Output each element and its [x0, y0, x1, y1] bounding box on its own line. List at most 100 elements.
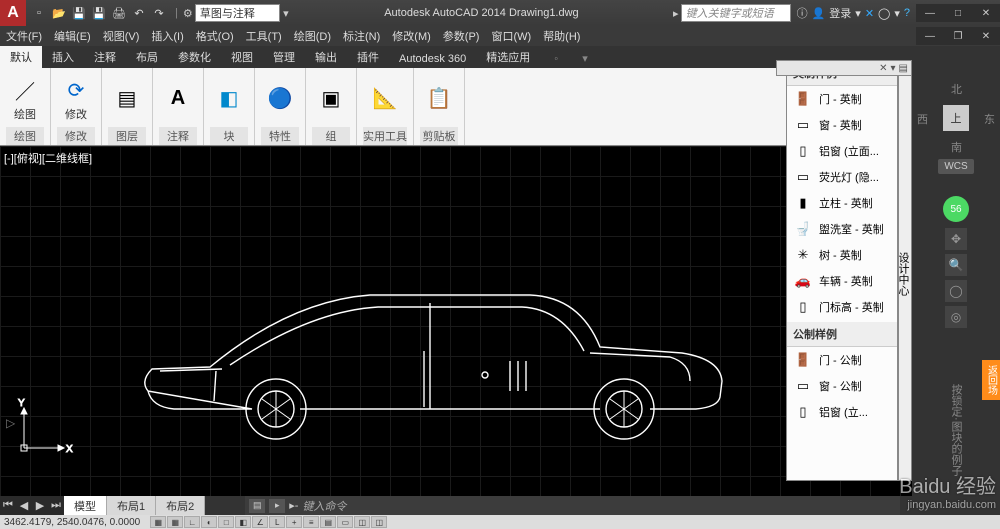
- menu-tools[interactable]: 工具(T): [240, 28, 288, 44]
- menu-window[interactable]: 窗口(W): [485, 28, 537, 44]
- login-user-icon[interactable]: 👤: [812, 7, 826, 20]
- text-button[interactable]: A: [159, 82, 197, 116]
- help-caret-icon[interactable]: ▾: [894, 7, 900, 20]
- orbit-icon[interactable]: ◯: [945, 280, 967, 302]
- palette-item[interactable]: ▯铝窗 (立...: [787, 399, 897, 425]
- menu-dim[interactable]: 标注(N): [337, 28, 386, 44]
- close-button[interactable]: ✕: [972, 4, 1000, 22]
- maximize-button[interactable]: □: [944, 4, 972, 22]
- palette-item[interactable]: 🚗车辆 - 英制: [787, 268, 897, 294]
- layers-button[interactable]: ▤: [108, 82, 146, 116]
- viewcube-top[interactable]: 上: [943, 105, 969, 131]
- sc-toggle[interactable]: ◫: [354, 516, 370, 528]
- qat-open-icon[interactable]: 📂: [50, 4, 68, 22]
- tpy-toggle[interactable]: ▤: [320, 516, 336, 528]
- palette-item[interactable]: ▮立柱 - 英制: [787, 190, 897, 216]
- mdi-minimize-button[interactable]: —: [916, 27, 944, 45]
- layout-tab-2[interactable]: 布局2: [156, 496, 205, 515]
- search-caret-icon[interactable]: ▸: [671, 7, 681, 20]
- viewport-label[interactable]: [-][俯视][二维线框]: [4, 150, 92, 166]
- menu-file[interactable]: 文件(F): [0, 28, 48, 44]
- lwt-toggle[interactable]: ≡: [303, 516, 319, 528]
- qat-undo-icon[interactable]: ↶: [130, 4, 148, 22]
- otrack-toggle[interactable]: ∠: [252, 516, 268, 528]
- help-icon[interactable]: ?: [904, 7, 910, 19]
- menu-insert[interactable]: 插入(I): [145, 28, 189, 44]
- qat-new-icon[interactable]: ▫: [30, 4, 48, 22]
- palette-item[interactable]: ▭窗 - 公制: [787, 373, 897, 399]
- cmd-history-icon[interactable]: ▤: [249, 499, 265, 513]
- block-button[interactable]: ◧: [210, 82, 248, 116]
- layout-tab-1[interactable]: 布局1: [107, 496, 156, 515]
- green-badge[interactable]: 56: [943, 196, 969, 222]
- pan-icon[interactable]: ✥: [945, 228, 967, 250]
- props-button[interactable]: 🔵: [261, 82, 299, 116]
- palette-item[interactable]: ▭窗 - 英制: [787, 112, 897, 138]
- ducs-toggle[interactable]: L: [269, 516, 285, 528]
- qat-saveas-icon[interactable]: 💾: [90, 4, 108, 22]
- login-label[interactable]: 登录: [829, 5, 851, 21]
- palette-close-icon[interactable]: ✕: [879, 63, 887, 74]
- tab-manage[interactable]: 管理: [263, 46, 305, 68]
- menu-view[interactable]: 视图(V): [97, 28, 146, 44]
- menu-format[interactable]: 格式(O): [190, 28, 240, 44]
- tab-featured[interactable]: 精选应用: [476, 46, 540, 68]
- 3dosnap-toggle[interactable]: ◧: [235, 516, 251, 528]
- tab-parametric[interactable]: 参数化: [168, 46, 221, 68]
- ltab-prev-icon[interactable]: ◀: [16, 496, 32, 515]
- menu-param[interactable]: 参数(P): [437, 28, 486, 44]
- palette-item[interactable]: 🚪门 - 公制: [787, 347, 897, 373]
- menu-draw[interactable]: 绘图(D): [288, 28, 337, 44]
- util-button[interactable]: 📐: [366, 82, 404, 116]
- palette-pin-icon[interactable]: ▾: [891, 63, 896, 74]
- palette-item[interactable]: 🚪门 - 英制: [787, 86, 897, 112]
- menu-edit[interactable]: 编辑(E): [48, 28, 97, 44]
- palette-item[interactable]: ▯门标高 - 英制: [787, 294, 897, 320]
- tab-minimize-icon[interactable]: ▾: [572, 49, 598, 68]
- osnap-toggle[interactable]: □: [218, 516, 234, 528]
- mdi-restore-button[interactable]: ❐: [944, 27, 972, 45]
- qat-plot-icon[interactable]: 🖨: [110, 4, 128, 22]
- dyn-toggle[interactable]: +: [286, 516, 302, 528]
- grid-toggle[interactable]: ▦: [167, 516, 183, 528]
- palette-grip[interactable]: 设计中心: [898, 60, 912, 481]
- tab-bullet-icon[interactable]: ◦: [544, 50, 568, 68]
- modify-button[interactable]: ⟳ 修改: [57, 74, 95, 124]
- snap-toggle[interactable]: ▦: [150, 516, 166, 528]
- qat-more-icon[interactable]: ▾: [280, 7, 292, 20]
- ltab-first-icon[interactable]: ⏮: [0, 496, 16, 515]
- palette-item[interactable]: ▯铝窗 (立面...: [787, 138, 897, 164]
- tab-a360[interactable]: Autodesk 360: [389, 50, 476, 68]
- menu-modify[interactable]: 修改(M): [386, 28, 437, 44]
- tab-layout[interactable]: 布局: [126, 46, 168, 68]
- menu-help[interactable]: 帮助(H): [537, 28, 586, 44]
- zoom-icon[interactable]: 🔍: [945, 254, 967, 276]
- qp-toggle[interactable]: ▭: [337, 516, 353, 528]
- ltab-last-icon[interactable]: ⏭: [48, 496, 64, 515]
- tab-default[interactable]: 默认: [0, 46, 42, 68]
- tab-plugins[interactable]: 插件: [347, 46, 389, 68]
- layout-tab-model[interactable]: 模型: [64, 496, 107, 515]
- polar-toggle[interactable]: ◐: [201, 516, 217, 528]
- ws-gear-icon[interactable]: ⚙: [181, 7, 195, 20]
- palette-item[interactable]: 🚽盥洗室 - 英制: [787, 216, 897, 242]
- qat-save-icon[interactable]: 💾: [70, 4, 88, 22]
- tab-output[interactable]: 输出: [305, 46, 347, 68]
- qat-redo-icon[interactable]: ↷: [150, 4, 168, 22]
- keyword-search[interactable]: 键入关键字或短语: [681, 4, 791, 22]
- infocenter-icon[interactable]: ⓘ: [797, 5, 808, 21]
- mdi-close-button[interactable]: ✕: [972, 27, 1000, 45]
- minimize-button[interactable]: —: [916, 4, 944, 22]
- tab-insert[interactable]: 插入: [42, 46, 84, 68]
- wcs-badge[interactable]: WCS: [938, 159, 973, 174]
- palette-menu-icon[interactable]: ▤: [899, 63, 908, 74]
- orange-tab[interactable]: 返回场: [982, 360, 1000, 400]
- a360-icon[interactable]: ◯: [878, 7, 890, 20]
- am-toggle[interactable]: ◫: [371, 516, 387, 528]
- group-button[interactable]: ▣: [312, 82, 350, 116]
- tab-annotate[interactable]: 注释: [84, 46, 126, 68]
- ortho-toggle[interactable]: ∟: [184, 516, 200, 528]
- login-caret-icon[interactable]: ▾: [855, 7, 861, 20]
- steering-icon[interactable]: ◎: [945, 306, 967, 328]
- workspace-combo[interactable]: 草图与注释: [195, 4, 280, 22]
